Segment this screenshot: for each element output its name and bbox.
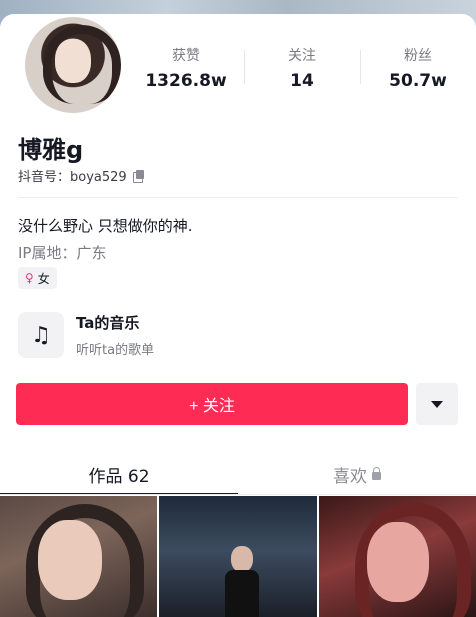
stat-label: 获赞: [172, 48, 200, 64]
video-grid: [0, 496, 476, 617]
tab-likes[interactable]: 喜欢: [238, 454, 476, 494]
lock-icon: [372, 467, 381, 480]
stat-following[interactable]: 关注 14: [244, 38, 360, 98]
content-tabs: 作品 62 喜欢: [0, 454, 476, 495]
follow-button[interactable]: + 关注: [16, 383, 408, 425]
music-title: Ta的音乐: [76, 314, 140, 332]
thumbnail-face: [38, 520, 102, 600]
tab-divider: [0, 494, 476, 495]
more-options-button[interactable]: [416, 383, 458, 425]
tab-works[interactable]: 作品 62: [0, 454, 238, 495]
music-entry[interactable]: ♫ Ta的音乐 听听ta的歌单: [18, 312, 154, 358]
thumbnail-figure: [225, 570, 260, 617]
profile-bio: 没什么野心 只想做你的神.: [18, 217, 193, 235]
tab-works-label: 作品 62: [88, 466, 150, 487]
stat-label: 关注: [288, 48, 316, 64]
female-icon: ♀: [25, 271, 34, 285]
chevron-down-icon: [431, 400, 443, 408]
video-thumbnail[interactable]: [0, 496, 158, 617]
stats-bar: 获赞 1326.8w 关注 14 粉丝 50.7w: [128, 38, 476, 98]
profile-card: 获赞 1326.8w 关注 14 粉丝 50.7w 博雅g 抖音号：boya52…: [0, 14, 476, 617]
thumbnail-face: [366, 522, 429, 602]
divider: [18, 197, 458, 198]
music-note-icon: ♫: [18, 312, 64, 358]
tab-likes-label: 喜欢: [333, 466, 367, 487]
stat-followers[interactable]: 粉丝 50.7w: [360, 38, 476, 98]
gender-label: 女: [37, 271, 50, 286]
stat-value: 14: [290, 71, 314, 91]
stat-likes[interactable]: 获赞 1326.8w: [128, 38, 244, 98]
music-text: Ta的音乐 听听ta的歌单: [76, 312, 154, 358]
avatar[interactable]: [22, 14, 124, 116]
stat-label: 粉丝: [404, 48, 432, 64]
account-id: 抖音号：boya529: [18, 170, 127, 185]
account-id-row: 抖音号：boya529: [18, 166, 145, 185]
stat-value: 50.7w: [389, 71, 447, 91]
thumbnail-face: [231, 546, 254, 572]
copy-icon[interactable]: [132, 169, 145, 183]
stat-value: 1326.8w: [145, 71, 227, 91]
video-thumbnail[interactable]: [159, 496, 317, 617]
avatar-face: [55, 39, 91, 83]
video-thumbnail[interactable]: [318, 496, 476, 617]
gender-tag: ♀ 女: [18, 267, 57, 289]
ip-location: IP属地：广东: [18, 244, 107, 262]
music-subtitle: 听听ta的歌单: [76, 343, 155, 358]
profile-name: 博雅g: [18, 136, 84, 164]
